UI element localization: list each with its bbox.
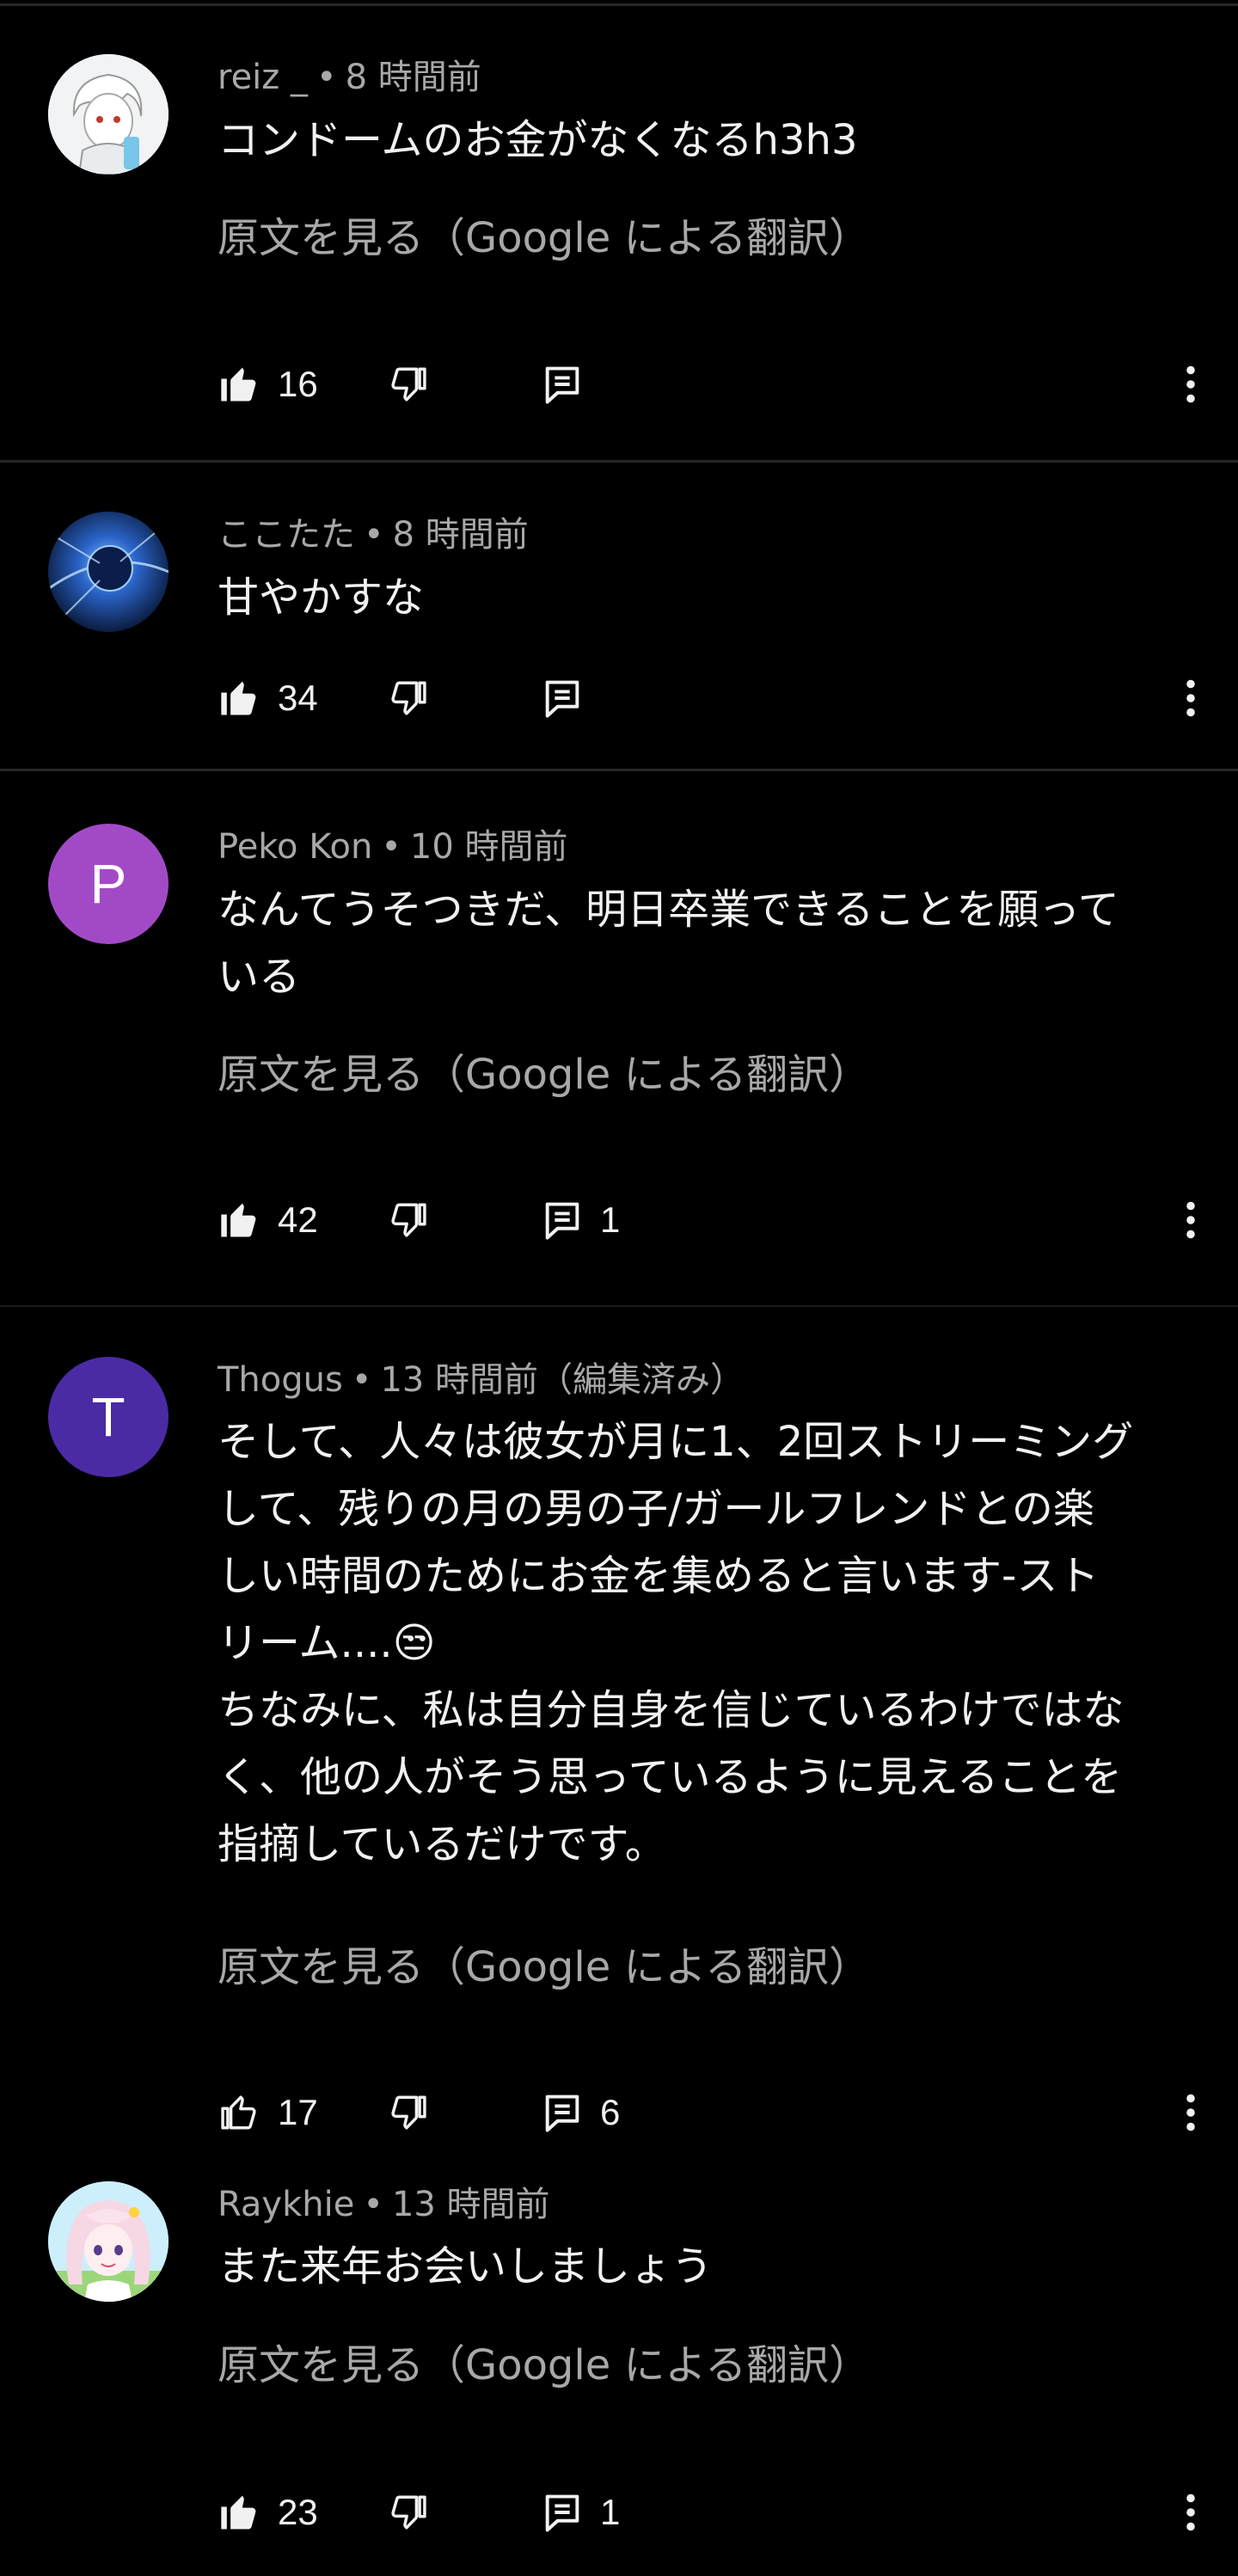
thumb-down-icon bbox=[385, 2090, 430, 2135]
author-name[interactable]: Peko Kon bbox=[218, 827, 372, 867]
see-original-link[interactable]: 原文を見る（Google による翻訳） bbox=[218, 1941, 870, 1993]
avatar-image bbox=[48, 54, 169, 175]
reply-count: 6 bbox=[600, 2092, 621, 2132]
dislike-button[interactable] bbox=[385, 672, 430, 724]
comment-meta: Thogus • 13 時間前（編集済み） bbox=[218, 1358, 745, 1402]
avatar[interactable] bbox=[48, 54, 169, 175]
avatar[interactable]: T bbox=[48, 1357, 169, 1477]
more-vert-icon bbox=[1186, 2493, 1196, 2531]
comment-item: Raykhie • 13 時間前 また来年お会いしましょう 原文を見る（Google… bbox=[0, 2150, 1238, 2576]
comment-meta: Peko Kon • 10 時間前 bbox=[218, 825, 568, 869]
like-button[interactable]: 23 bbox=[218, 2487, 318, 2538]
thumb-up-icon bbox=[218, 1198, 262, 1242]
thumb-down-icon bbox=[385, 2490, 430, 2535]
comment-time: 13 時間前 bbox=[391, 2185, 550, 2224]
author-name[interactable]: reiz _ bbox=[218, 58, 308, 97]
comment-meta: reiz _ • 8 時間前 bbox=[218, 55, 481, 100]
avatar-image bbox=[48, 2181, 169, 2302]
reply-icon bbox=[540, 2090, 585, 2135]
thumb-up-icon bbox=[218, 362, 262, 407]
comment-actions: 16 bbox=[218, 359, 1238, 410]
more-options-button[interactable] bbox=[1169, 672, 1212, 724]
more-vert-icon bbox=[1186, 679, 1196, 717]
like-button[interactable]: 16 bbox=[218, 359, 318, 410]
like-button[interactable]: 17 bbox=[218, 2087, 318, 2138]
dislike-button[interactable] bbox=[385, 2087, 430, 2138]
see-original-link[interactable]: 原文を見る（Google による翻訳） bbox=[218, 212, 870, 264]
like-count: 42 bbox=[278, 1199, 318, 1240]
reply-button[interactable]: 6 bbox=[540, 2087, 620, 2138]
reply-count: 1 bbox=[600, 2492, 621, 2532]
meta-separator: • bbox=[363, 2185, 383, 2224]
comment-text: なんてうそつきだ、明日卒業できることを願って いる bbox=[218, 886, 1119, 1001]
avatar-letter: T bbox=[91, 1386, 126, 1448]
avatar-letter: P bbox=[89, 853, 127, 915]
reply-button[interactable] bbox=[540, 672, 585, 724]
avatar[interactable]: P bbox=[48, 824, 169, 944]
like-count: 17 bbox=[278, 2092, 318, 2132]
meta-separator: • bbox=[364, 515, 384, 555]
more-options-button[interactable] bbox=[1169, 1194, 1212, 1246]
more-vert-icon bbox=[1186, 2094, 1196, 2131]
comment-item: reiz _ • 8 時間前 コンドームのお金がなくなるh3h3 原文を見る（Goo… bbox=[0, 0, 1238, 460]
more-options-button[interactable] bbox=[1169, 2487, 1212, 2538]
reply-count: 1 bbox=[600, 1199, 621, 1240]
more-vert-icon bbox=[1186, 1201, 1196, 1239]
dislike-button[interactable] bbox=[385, 1194, 430, 1246]
comment-time: 8 時間前 bbox=[392, 515, 529, 555]
reply-icon bbox=[540, 676, 585, 721]
thumb-up-icon bbox=[218, 2090, 262, 2135]
more-vert-icon bbox=[1186, 365, 1196, 403]
comment-actions: 23 1 bbox=[218, 2487, 1238, 2538]
comment-time: 13 時間前（編集済み） bbox=[380, 1360, 745, 1400]
meta-separator: • bbox=[381, 827, 401, 867]
reply-button[interactable] bbox=[540, 359, 585, 410]
thumb-up-icon bbox=[218, 2490, 262, 2535]
comment-text: 甘やかすな bbox=[218, 573, 425, 622]
reply-icon bbox=[540, 362, 585, 407]
like-count: 34 bbox=[278, 678, 318, 718]
thumb-down-icon bbox=[385, 676, 430, 721]
like-button[interactable]: 34 bbox=[218, 672, 318, 724]
dislike-button[interactable] bbox=[385, 2487, 430, 2538]
comment-time: 10 時間前 bbox=[409, 827, 568, 867]
comment-text: そして、人々は彼女が月に1、2回ストリーミング して、残りの月の男の子/ガールフ… bbox=[218, 1418, 1134, 1868]
comment-item: P Peko Kon • 10 時間前 なんてうそつきだ、明日卒業できることを願って… bbox=[0, 771, 1238, 1305]
comment-item: T Thogus • 13 時間前（編集済み） そして、人々は彼女が月に1、2回スト… bbox=[0, 1307, 1238, 2150]
comment-text: コンドームのお金がなくなるh3h3 bbox=[218, 116, 858, 164]
comment-meta: ここたた • 8 時間前 bbox=[218, 512, 529, 557]
see-original-link[interactable]: 原文を見る（Google による翻訳） bbox=[218, 2340, 870, 2391]
thumb-up-icon bbox=[218, 676, 262, 721]
more-options-button[interactable] bbox=[1169, 2087, 1212, 2138]
see-original-link[interactable]: 原文を見る（Google による翻訳） bbox=[218, 1049, 870, 1101]
comment-time: 8 時間前 bbox=[345, 58, 481, 97]
avatar[interactable] bbox=[48, 2181, 169, 2302]
reply-icon bbox=[540, 2490, 585, 2535]
author-name[interactable]: Thogus bbox=[218, 1360, 343, 1400]
reply-button[interactable]: 1 bbox=[540, 1194, 620, 1246]
dislike-button[interactable] bbox=[385, 359, 430, 410]
thumb-down-icon bbox=[385, 362, 430, 407]
comment-item: ここたた • 8 時間前 甘やかすな 34 bbox=[0, 463, 1238, 769]
like-count: 23 bbox=[278, 2492, 318, 2532]
comment-actions: 42 1 bbox=[218, 1194, 1238, 1246]
reply-button[interactable]: 1 bbox=[540, 2487, 620, 2538]
avatar[interactable] bbox=[48, 512, 169, 632]
meta-separator: • bbox=[351, 1360, 372, 1400]
meta-separator: • bbox=[316, 58, 337, 97]
comment-text: また来年お会いしましょう bbox=[218, 2242, 714, 2291]
author-name[interactable]: Raykhie bbox=[218, 2185, 354, 2224]
comment-meta: Raykhie • 13 時間前 bbox=[218, 2182, 550, 2227]
comment-actions: 34 bbox=[218, 672, 1238, 724]
more-options-button[interactable] bbox=[1169, 359, 1212, 410]
reply-icon bbox=[540, 1198, 585, 1242]
like-button[interactable]: 42 bbox=[218, 1194, 318, 1246]
thumb-down-icon bbox=[385, 1198, 430, 1242]
comment-actions: 17 6 bbox=[218, 2087, 1238, 2138]
author-name[interactable]: ここたた bbox=[218, 515, 355, 555]
avatar-image bbox=[48, 512, 169, 632]
like-count: 16 bbox=[278, 364, 318, 404]
